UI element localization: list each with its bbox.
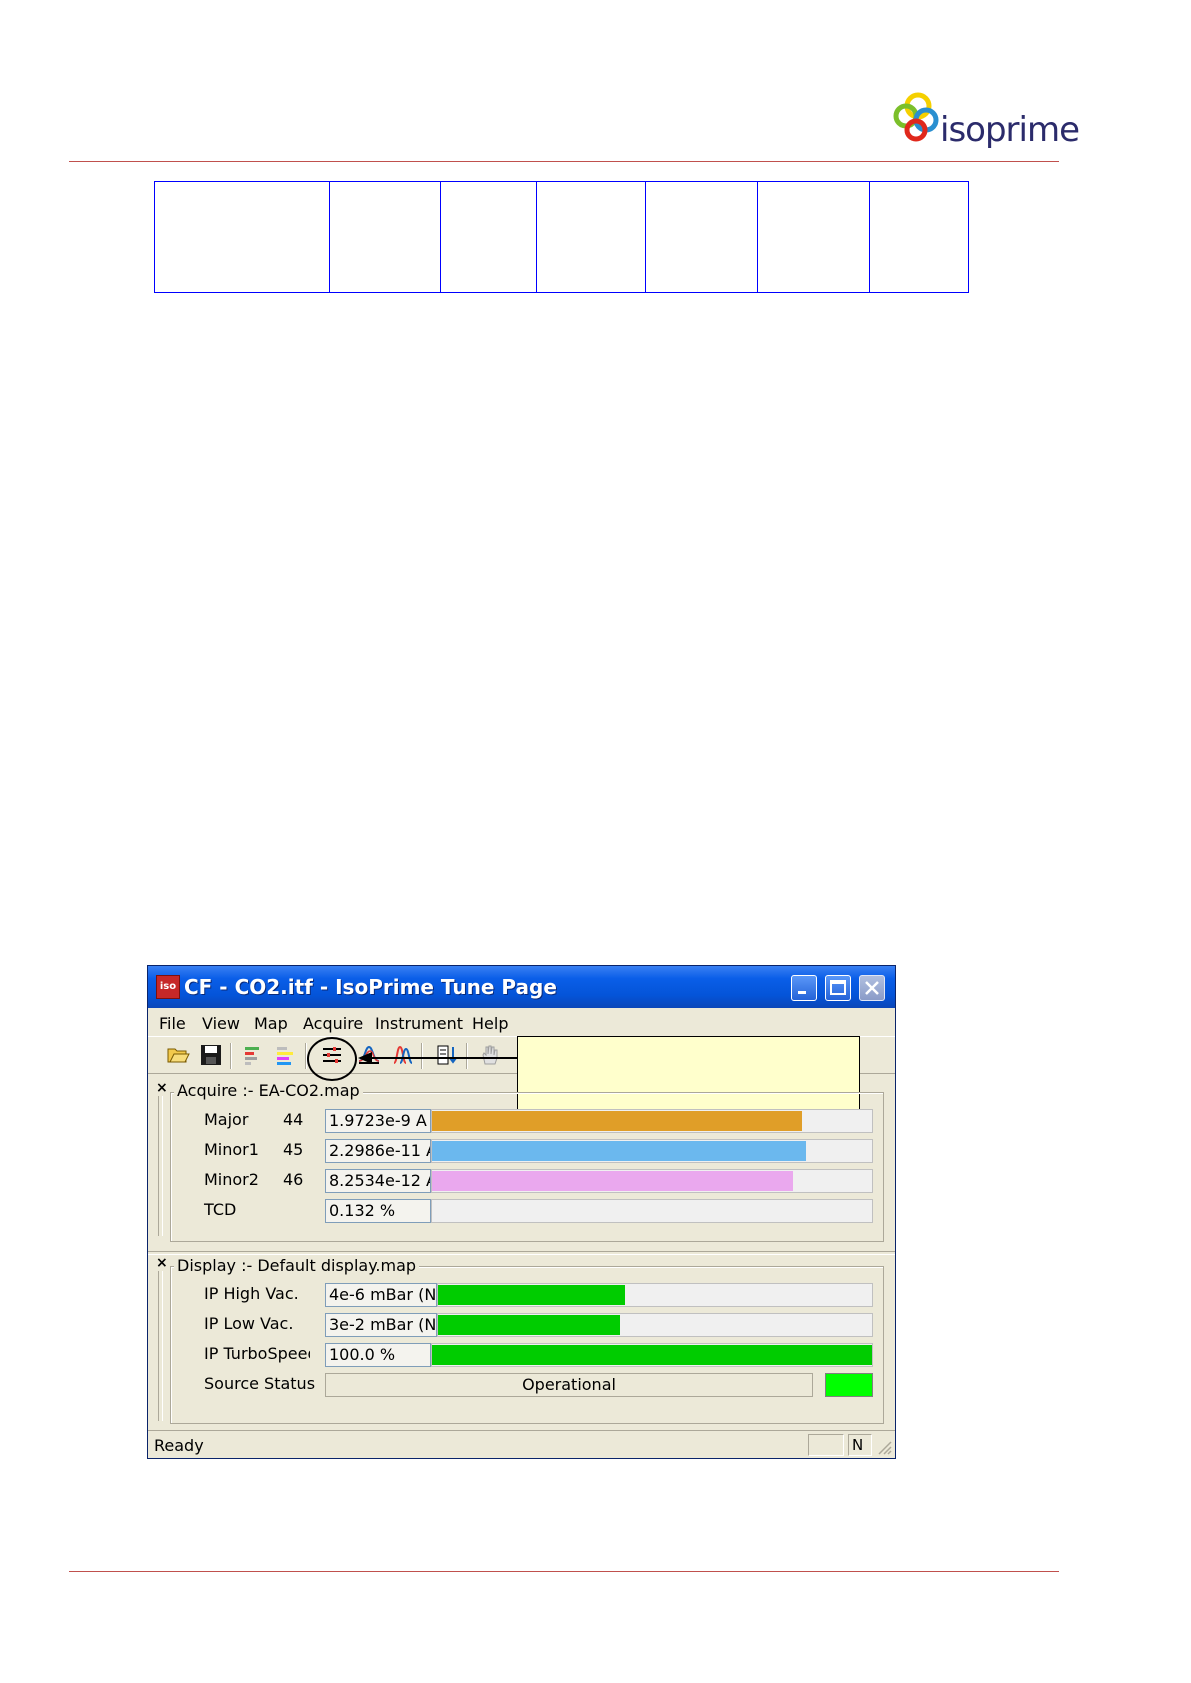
display-bar-track [431, 1343, 873, 1367]
acquire-row-label: TCD [204, 1200, 237, 1219]
app-icon: iso [156, 975, 180, 999]
color-bar-chart-icon[interactable] [274, 1043, 298, 1067]
table-cell [869, 181, 969, 293]
display-row-value: 4e-6 mBar (N2) [325, 1283, 437, 1307]
display-bar-fill [438, 1285, 625, 1305]
acquire-row-label: Minor2 [204, 1170, 259, 1189]
acquire-bar-track [431, 1169, 873, 1193]
status-text: Ready [154, 1436, 204, 1455]
empty-table [154, 181, 969, 293]
minimize-button[interactable] [791, 975, 817, 1001]
display-panel-close-icon[interactable]: × [156, 1255, 168, 1271]
menu-help[interactable]: Help [472, 1014, 508, 1033]
save-icon[interactable] [199, 1043, 223, 1067]
table-cell [154, 181, 330, 293]
acquire-bar-track [431, 1139, 873, 1163]
display-panel-title: Display :- Default display.map [174, 1256, 420, 1275]
panel-divider[interactable] [148, 1251, 895, 1255]
menu-view[interactable]: View [202, 1014, 240, 1033]
maximize-icon [830, 980, 846, 995]
table-cell [440, 181, 537, 293]
acquire-row-mass: 46 [283, 1170, 304, 1189]
close-button[interactable] [859, 975, 885, 1001]
display-row-value: 3e-2 mBar (N2) [325, 1313, 437, 1337]
table-cell [645, 181, 758, 293]
acquire-row-value: 1.9723e-9 A [325, 1109, 431, 1133]
acquire-row-mass: 45 [283, 1140, 304, 1159]
header-rule [69, 161, 1059, 162]
display-row-value: 100.0 % [325, 1343, 431, 1367]
menu-bar: File View Map Acquire Instrument Help [148, 1008, 895, 1036]
window-title: CF - CO2.itf - IsoPrime Tune Page [184, 975, 557, 999]
menu-instrument[interactable]: Instrument [375, 1014, 463, 1033]
display-bar-fill [438, 1315, 621, 1335]
display-bar-track [437, 1313, 873, 1337]
logo-wordmark: isoprime [940, 110, 1080, 150]
acquire-bar-track [431, 1109, 873, 1133]
callout-arrow-icon [358, 1052, 522, 1064]
acquire-bar-fill [432, 1141, 806, 1161]
display-row-label: IP TurboSpeed [204, 1344, 310, 1363]
menu-file[interactable]: File [159, 1014, 186, 1033]
acquire-row-mass: 44 [283, 1110, 304, 1129]
maximize-button[interactable] [825, 975, 851, 1001]
tune-page-window: iso CF - CO2.itf - IsoPrime Tune Page Fi… [147, 965, 896, 1459]
acquire-row-value: 8.2534e-12 A [325, 1169, 431, 1193]
acquire-row-label: Major [204, 1110, 249, 1129]
panel-splitter[interactable] [158, 1096, 163, 1236]
acquire-row-value: 2.2986e-11 A [325, 1139, 431, 1163]
toolbar-separator [230, 1043, 232, 1069]
num-indicator: N [848, 1434, 872, 1456]
acquire-panel-close-icon[interactable]: × [156, 1080, 168, 1096]
source-status-label: Source Status [204, 1374, 316, 1393]
acquire-bar-fill [432, 1171, 793, 1191]
display-bar-fill [432, 1345, 872, 1365]
acquire-row-label: Minor1 [204, 1140, 259, 1159]
minimize-icon [798, 991, 806, 994]
acquire-bar-fill [432, 1111, 802, 1131]
menu-map[interactable]: Map [254, 1014, 288, 1033]
acquire-row-value: 0.132 % [325, 1199, 431, 1223]
source-status-light [825, 1373, 873, 1397]
display-row-label: IP Low Vac. [204, 1314, 294, 1333]
status-pane [808, 1434, 844, 1456]
bar-chart-icon[interactable] [242, 1043, 266, 1067]
table-cell [329, 181, 441, 293]
acquire-bar-track [431, 1199, 873, 1223]
table-cell [536, 181, 646, 293]
resize-grip-icon[interactable] [876, 1439, 892, 1455]
title-bar[interactable]: iso CF - CO2.itf - IsoPrime Tune Page [148, 966, 895, 1008]
close-icon [865, 981, 879, 995]
status-bar: Ready N [148, 1430, 895, 1458]
open-folder-icon[interactable] [166, 1043, 190, 1067]
highlight-circle [307, 1037, 357, 1081]
source-status-value: Operational [325, 1373, 813, 1397]
display-row-label: IP High Vac. [204, 1284, 299, 1303]
panel-splitter[interactable] [158, 1271, 163, 1421]
menu-acquire[interactable]: Acquire [303, 1014, 363, 1033]
footer-rule [69, 1571, 1059, 1572]
display-bar-track [437, 1283, 873, 1307]
acquire-panel-title: Acquire :- EA-CO2.map [174, 1081, 363, 1100]
table-cell [757, 181, 870, 293]
